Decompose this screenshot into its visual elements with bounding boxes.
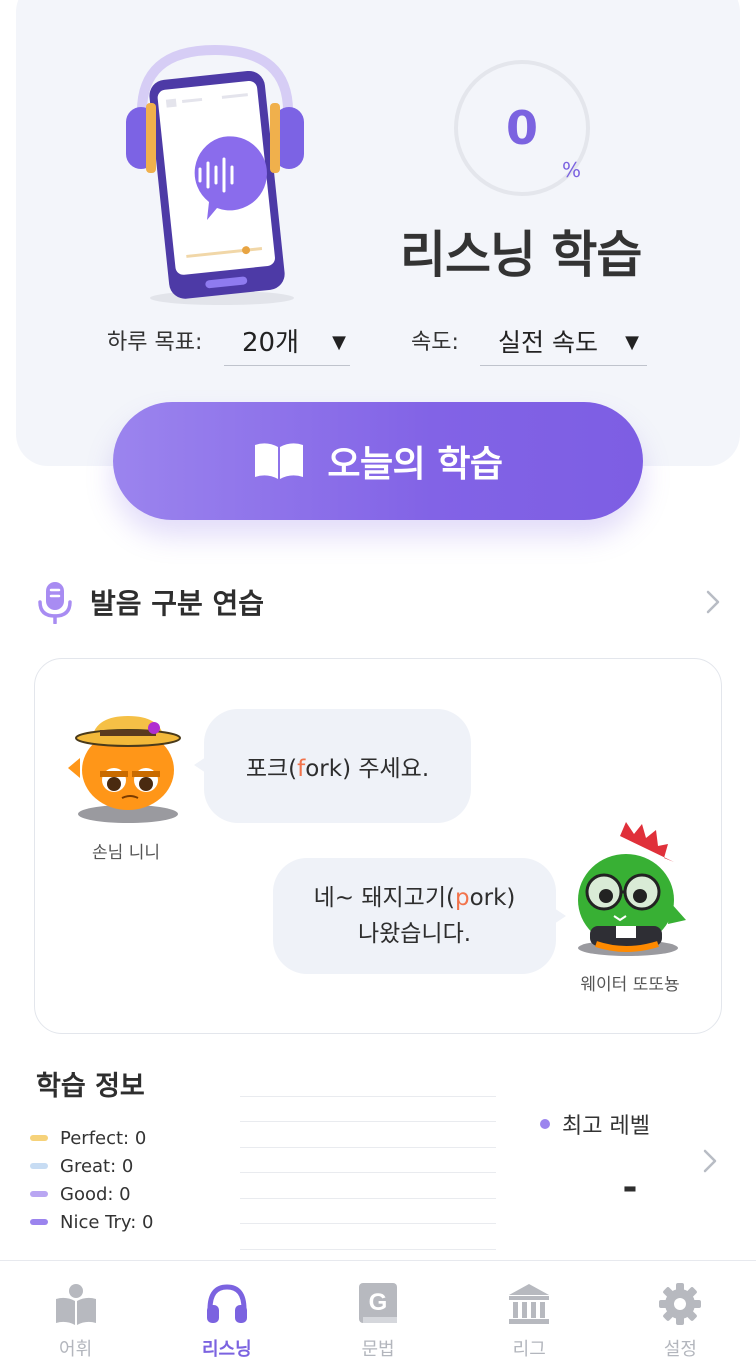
best-level-dot — [540, 1119, 550, 1129]
todays-study-button[interactable]: 오늘의 학습 — [113, 402, 643, 520]
microphone-icon — [38, 582, 72, 624]
customer-nini-avatar — [68, 716, 181, 823]
learning-chart-grid — [240, 1096, 496, 1252]
speed-value: 실전 속도 — [498, 328, 598, 357]
best-level-label: 최고 레벨 — [540, 1108, 650, 1140]
page-title: 리스닝 학습 — [400, 226, 642, 284]
speed-dropdown[interactable]: 실전 속도 ▼ — [480, 318, 647, 366]
legend-item: Great: 0 — [30, 1152, 154, 1180]
grammar-g-icon: G — [359, 1283, 397, 1323]
speech-bubble: 포크(fork) 주세요. — [194, 709, 471, 823]
speech-bubble: 네~ 돼지고기(pork) 나왔습니다. — [273, 858, 566, 974]
pronunciation-section-header[interactable]: 발음 구분 연습 — [36, 580, 726, 628]
legend-item: Perfect: 0 — [30, 1124, 154, 1152]
dropdown-arrow-icon: ▼ — [332, 332, 346, 353]
daily-goal-label: 하루 목표: — [107, 330, 203, 355]
legend-swatch — [30, 1163, 48, 1169]
speaker-name: 손님 니니 — [92, 843, 160, 863]
nav-item-settings[interactable]: 설정 — [605, 1261, 756, 1370]
legend-swatch — [30, 1135, 48, 1141]
dialog-text: 포크(fork) 주세요. — [245, 756, 430, 782]
legend-swatch — [30, 1191, 48, 1197]
progress-unit: % — [562, 158, 582, 182]
waiter-ttottonyong-avatar — [578, 822, 686, 956]
nav-item-listening[interactable]: 리스닝 — [151, 1261, 302, 1370]
todays-study-label: 오늘의 학습 — [327, 444, 503, 485]
progress-value: 0 — [505, 101, 538, 155]
nav-item-league[interactable]: 리그 — [454, 1261, 605, 1370]
phone-headphones-illustration — [126, 45, 304, 305]
league-building-icon — [509, 1284, 550, 1324]
legend-item: Nice Try: 0 — [30, 1208, 154, 1236]
pronunciation-title: 발음 구분 연습 — [90, 587, 265, 620]
headphones-icon — [206, 1284, 247, 1323]
daily-goal-value: 20개 — [242, 328, 300, 358]
nav-item-vocabulary[interactable]: 어휘 — [0, 1261, 151, 1370]
dropdown-arrow-icon: ▼ — [625, 332, 639, 353]
speaker-name: 웨이터 또또뇽 — [580, 975, 680, 995]
daily-goal-dropdown[interactable]: 20개 ▼ — [224, 318, 350, 366]
speed-label: 속도: — [411, 330, 459, 355]
learning-legend: Perfect: 0 Great: 0 Good: 0 Nice Try: 0 — [30, 1124, 154, 1236]
dialog-text: 나왔습니다. — [357, 921, 472, 947]
bottom-nav: 어휘 리스닝 G 문법 리그 설정 — [0, 1260, 756, 1370]
settings-gear-icon — [659, 1283, 702, 1325]
legend-item: Good: 0 — [30, 1180, 154, 1208]
nav-item-grammar[interactable]: G 문법 — [302, 1261, 453, 1370]
legend-swatch — [30, 1219, 48, 1225]
best-level-value: - — [622, 1167, 638, 1208]
chevron-right-icon[interactable] — [702, 1148, 718, 1174]
svg-text:G: G — [369, 1289, 388, 1316]
book-icon — [255, 443, 304, 479]
chevron-right-icon — [706, 590, 720, 614]
learning-info-title: 학습 정보 — [36, 1071, 145, 1102]
vocabulary-book-icon — [55, 1284, 96, 1325]
dialog-text: 네~ 돼지고기(pork) — [313, 885, 516, 911]
